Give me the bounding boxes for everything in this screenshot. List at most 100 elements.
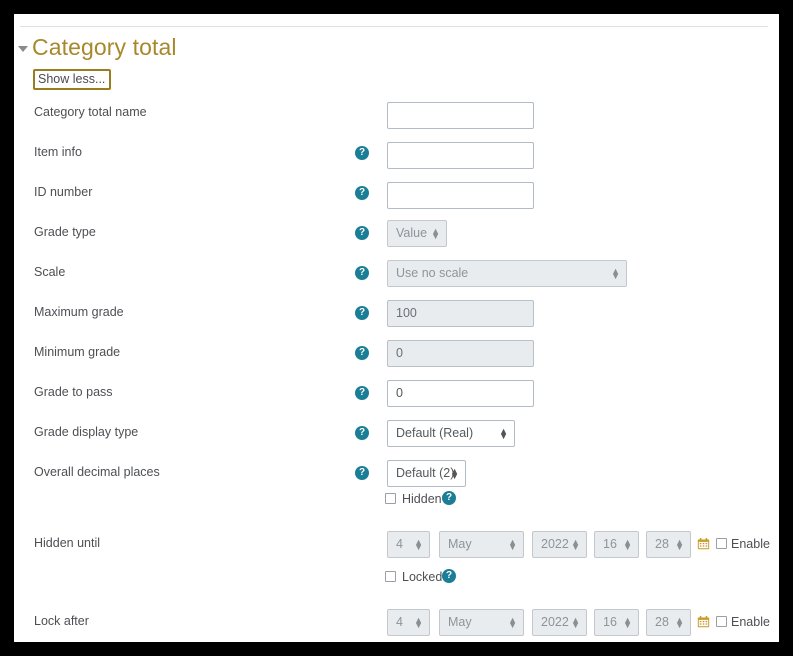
grade-display-type-select[interactable]: Default (Real) ▲ ▼ [387, 420, 515, 447]
label-hidden-until: Hidden until [34, 536, 101, 550]
hidden-until-hour-select[interactable]: 16 ▲ ▼ [594, 531, 639, 558]
calendar-icon[interactable] [697, 615, 710, 628]
lock-after-year-select[interactable]: 2022 ▲ ▼ [532, 609, 587, 636]
select-arrows-icon: ▲ ▼ [414, 614, 423, 630]
help-circle-icon[interactable]: ? [355, 466, 369, 480]
field-row-item-info: Item info ? [14, 142, 779, 172]
minimum-grade-input[interactable]: 0 [387, 340, 534, 367]
page-title: Category total [32, 34, 177, 60]
field-row-grade-type: Grade type ? Value ▲ ▼ [14, 220, 779, 252]
select-arrows-icon: ▲ ▼ [431, 225, 440, 241]
label-lock-after: Lock after [34, 614, 89, 628]
chevron-down-icon[interactable] [18, 46, 28, 52]
hidden-until-enable-checkbox[interactable] [716, 538, 727, 549]
label-grade-to-pass: Grade to pass [34, 385, 113, 399]
field-row-minimum-grade: Minimum grade ? 0 [14, 340, 779, 372]
select-arrows-icon: ▲ ▼ [623, 536, 632, 552]
help-circle-icon[interactable]: ? [442, 569, 456, 583]
help-circle-icon[interactable]: ? [355, 266, 369, 280]
select-arrows-icon: ▲ ▼ [499, 425, 508, 441]
label-minimum-grade: Minimum grade [34, 345, 121, 359]
help-circle-icon[interactable]: ? [355, 386, 369, 400]
hidden-until-year-value: 2022 [541, 537, 569, 551]
grade-display-type-value: Default (Real) [396, 426, 474, 440]
lock-after-minute-value: 28 [655, 615, 669, 629]
hidden-until-day-select[interactable]: 4 ▲ ▼ [387, 531, 430, 558]
scale-select[interactable]: Use no scale ▲ ▼ [387, 260, 627, 287]
category-total-form-panel: Category total Show less... Category tot… [14, 14, 779, 642]
hidden-until-month-select[interactable]: May ▲ ▼ [439, 531, 524, 558]
help-circle-icon[interactable]: ? [442, 491, 456, 505]
select-arrows-icon: ▲ ▼ [571, 614, 580, 630]
item-info-input[interactable] [387, 142, 534, 169]
hidden-until-minute-value: 28 [655, 537, 669, 551]
label-hidden: Hidden [402, 492, 442, 506]
select-arrows-icon: ▲ ▼ [508, 614, 517, 630]
hidden-until-year-select[interactable]: 2022 ▲ ▼ [532, 531, 587, 558]
select-arrows-icon: ▲ ▼ [611, 265, 620, 281]
screenshot-frame: Category total Show less... Category tot… [0, 0, 793, 656]
id-number-input[interactable] [387, 182, 534, 209]
field-row-hidden-until: Hidden until 4 ▲ ▼ May ▲ ▼ 2022 ▲ ▼ 16 ▲ ▼ 2… [14, 531, 779, 561]
label-grade-display-type: Grade display type [34, 425, 139, 439]
select-arrows-icon: ▲ ▼ [571, 536, 580, 552]
lock-after-month-value: May [448, 615, 472, 629]
locked-checkbox[interactable] [385, 571, 396, 582]
hidden-checkbox[interactable] [385, 493, 396, 504]
field-row-maximum-grade: Maximum grade ? 100 [14, 300, 779, 332]
label-overall-decimal-places: Overall decimal places [34, 465, 160, 479]
section-header[interactable]: Category total [14, 34, 779, 66]
label-maximum-grade: Maximum grade [34, 305, 124, 319]
field-row-lock-after: Lock after 4 ▲ ▼ May ▲ ▼ 2022 ▲ ▼ 16 ▲ ▼ 28 … [14, 609, 779, 639]
top-divider [20, 26, 768, 27]
grade-to-pass-input[interactable]: 0 [387, 380, 534, 407]
select-arrows-icon: ▲ ▼ [675, 536, 684, 552]
label-hidden-until-enable: Enable [731, 537, 770, 551]
field-row-overall-decimal-places: Overall decimal places ? Default (2) ▲ ▼ [14, 460, 779, 492]
select-arrows-icon: ▲ ▼ [414, 536, 423, 552]
lock-after-year-value: 2022 [541, 615, 569, 629]
hidden-until-month-value: May [448, 537, 472, 551]
maximum-grade-input[interactable]: 100 [387, 300, 534, 327]
field-row-locked: Locked ? [14, 569, 779, 589]
label-scale: Scale [34, 265, 66, 279]
select-arrows-icon: ▲ ▼ [675, 614, 684, 630]
select-arrows-icon: ▲ ▼ [508, 536, 517, 552]
calendar-icon[interactable] [697, 537, 710, 550]
overall-decimal-places-value: Default (2) [396, 466, 455, 480]
label-id-number: ID number [34, 185, 93, 199]
field-row-id-number: ID number ? [14, 182, 779, 212]
lock-after-minute-select[interactable]: 28 ▲ ▼ [646, 609, 691, 636]
grade-type-select[interactable]: Value ▲ ▼ [387, 220, 447, 247]
field-row-scale: Scale ? Use no scale ▲ ▼ [14, 260, 779, 292]
help-circle-icon[interactable]: ? [355, 346, 369, 360]
label-locked: Locked [402, 570, 443, 584]
grade-type-value: Value [396, 226, 428, 240]
help-circle-icon[interactable]: ? [355, 226, 369, 240]
lock-after-day-select[interactable]: 4 ▲ ▼ [387, 609, 430, 636]
lock-after-month-select[interactable]: May ▲ ▼ [439, 609, 524, 636]
help-circle-icon[interactable]: ? [355, 146, 369, 160]
field-row-grade-to-pass: Grade to pass ? 0 [14, 380, 779, 412]
scale-value: Use no scale [396, 266, 469, 280]
category-total-name-input[interactable] [387, 102, 534, 129]
help-circle-icon[interactable]: ? [355, 306, 369, 320]
hidden-until-hour-value: 16 [603, 537, 617, 551]
label-lock-after-enable: Enable [731, 615, 770, 629]
select-arrows-icon: ▲ ▼ [450, 465, 459, 481]
label-grade-type: Grade type [34, 225, 96, 239]
help-circle-icon[interactable]: ? [355, 186, 369, 200]
show-less-button[interactable]: Show less... [33, 69, 112, 90]
lock-after-day-value: 4 [396, 615, 403, 629]
lock-after-enable-checkbox[interactable] [716, 616, 727, 627]
field-row-grade-display-type: Grade display type ? Default (Real) ▲ ▼ [14, 420, 779, 452]
help-circle-icon[interactable]: ? [355, 426, 369, 440]
field-row-hidden: Hidden ? [14, 491, 779, 511]
hidden-until-minute-select[interactable]: 28 ▲ ▼ [646, 531, 691, 558]
overall-decimal-places-select[interactable]: Default (2) ▲ ▼ [387, 460, 466, 487]
lock-after-hour-select[interactable]: 16 ▲ ▼ [594, 609, 639, 636]
label-item-info: Item info [34, 145, 82, 159]
field-row-category-total-name: Category total name [14, 102, 779, 132]
select-arrows-icon: ▲ ▼ [623, 614, 632, 630]
label-category-total-name: Category total name [34, 105, 147, 119]
